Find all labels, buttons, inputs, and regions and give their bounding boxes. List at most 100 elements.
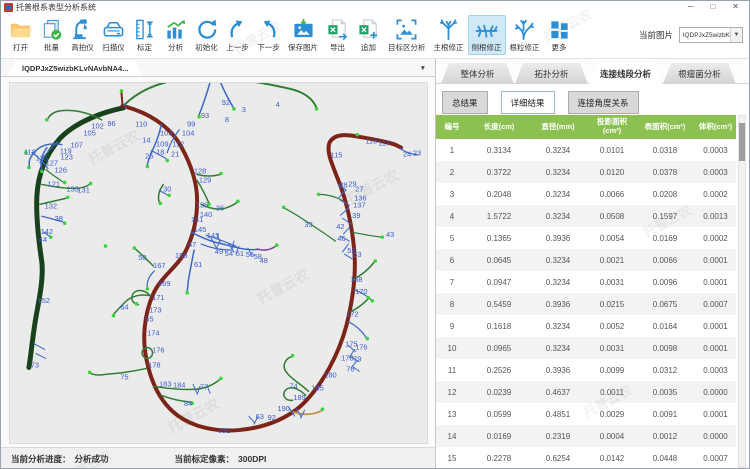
- toolbar-nodule-fix-button[interactable]: 根粒修正: [506, 15, 544, 55]
- doc-camera-icon: [71, 18, 94, 41]
- table-cell: 0.0096: [638, 271, 692, 293]
- table-cell: 9: [436, 315, 468, 337]
- segment-number-label: 75: [120, 372, 128, 381]
- toolbar-append-button[interactable]: 追加: [353, 15, 384, 55]
- toolbar-prev-step-button[interactable]: 上一步: [222, 15, 253, 55]
- table-cell: 0.0054: [586, 227, 638, 249]
- maximize-button[interactable]: □: [710, 3, 715, 11]
- toolbar-analyze-button[interactable]: 分析: [160, 15, 191, 55]
- segment-number-label: 43: [386, 230, 394, 239]
- table-row[interactable]: 120.02390.46370.00110.00350.0000: [436, 381, 736, 403]
- table-row[interactable]: 150.22780.62540.01420.04480.0007: [436, 447, 736, 469]
- table-scrollbar[interactable]: [738, 115, 746, 468]
- segment-number-label: 65: [145, 315, 153, 324]
- toolbar-export-button[interactable]: 导出: [322, 15, 353, 55]
- root-tip-dot: [66, 196, 70, 200]
- calibrate-icon: [133, 18, 156, 41]
- segment-number-label: 73: [31, 360, 39, 369]
- table-row[interactable]: 110.25260.39360.00990.03120.0003: [436, 359, 736, 381]
- toolbar-initialize-button[interactable]: 初始化: [191, 15, 222, 55]
- table-cell: 0.0508: [586, 205, 638, 227]
- table-cell: 0.0029: [586, 403, 638, 425]
- root-tip-dot: [356, 133, 360, 137]
- toolbar-lateral-root-fix-button[interactable]: 侧根修正: [468, 15, 506, 55]
- status-bar: 当前分析进度： 分析成功 当前标定像素： 300DPI: [1, 447, 435, 469]
- tab-segment-analysis[interactable]: 连接线段分析: [589, 63, 662, 84]
- root-tip-dot: [165, 159, 169, 163]
- main-area: lQDPJxZ5wizbKLvNAvbNA4... ▼ 托普云农托普云农托普云农…: [1, 59, 749, 469]
- toolbar-target-area-analysis-button[interactable]: 目标区分析: [384, 15, 430, 55]
- tab-overall-analysis[interactable]: 整体分析: [441, 63, 514, 84]
- table-row[interactable]: 80.54590.39360.02150.06750.0007: [436, 293, 736, 315]
- table-row[interactable]: 30.20480.32340.00660.02080.0002: [436, 183, 736, 205]
- segment-number-label: 74: [289, 381, 297, 390]
- table-cell: 10: [436, 337, 468, 359]
- segment-number-label: 96: [107, 119, 115, 128]
- toolbar-calibrate-button[interactable]: 标定: [129, 15, 160, 55]
- window-title: 托普根系表型分析系统: [16, 2, 96, 13]
- dropdown-caret-icon[interactable]: ▼: [730, 28, 742, 42]
- image-tab[interactable]: lQDPJxZ5wizbKLvNAvbNA4...: [8, 60, 142, 76]
- table-row[interactable]: 10.31340.32340.01010.03180.0003: [436, 139, 736, 161]
- root-tip-dot: [120, 89, 124, 93]
- table-cell: 0.0001: [692, 249, 736, 271]
- total-result-button[interactable]: 总结果: [442, 91, 488, 114]
- table-row[interactable]: 140.01690.23190.00040.00120.0000: [436, 425, 736, 447]
- image-tab-dropdown-icon[interactable]: ▼: [420, 65, 426, 72]
- toolbar-next-step-button[interactable]: 下一步: [253, 15, 284, 55]
- minimize-button[interactable]: ─: [688, 3, 694, 11]
- lateral-root-fix-icon: [475, 18, 498, 41]
- tab-topology-analysis[interactable]: 拓扑分析: [515, 63, 588, 84]
- toolbar-save-image-button[interactable]: 保存图片: [284, 15, 322, 55]
- toolbar-doc-camera-label: 高拍仪: [71, 42, 94, 53]
- table-row[interactable]: 130.05990.48510.00290.00910.0001: [436, 403, 736, 425]
- toolbar-main-root-fix-button[interactable]: 主根修正: [430, 15, 468, 55]
- segment-number-label: 191: [218, 426, 230, 435]
- table-cell: 0.0675: [638, 293, 692, 315]
- table-cell: 0.2526: [468, 359, 530, 381]
- table-cell: 4: [436, 205, 468, 227]
- table-row[interactable]: 50.13650.39360.00540.01690.0002: [436, 227, 736, 249]
- segment-number-label: 115: [330, 151, 342, 160]
- table-row[interactable]: 60.06450.32340.00210.00660.0001: [436, 249, 736, 271]
- root-segment: [352, 232, 381, 237]
- table-cell: 0.0052: [586, 315, 638, 337]
- segment-number-label: 14: [142, 136, 150, 145]
- close-button[interactable]: ✕: [732, 3, 739, 11]
- table-body: 10.31340.32340.01010.03180.000320.37220.…: [436, 139, 736, 469]
- root-tip-dot: [63, 221, 67, 225]
- root-image-area[interactable]: 托普云农托普云农托普云农托普云农192384939610210510711912…: [9, 82, 428, 444]
- root-image-svg[interactable]: 托普云农托普云农托普云农托普云农192384939610210510711912…: [10, 83, 427, 443]
- table-scrollbar-thumb[interactable]: [739, 123, 745, 161]
- table-header-5: 体积(cm³): [692, 115, 736, 139]
- toolbar-more-button[interactable]: 更多: [544, 15, 575, 55]
- root-tip-dot: [219, 377, 223, 381]
- detailed-result-button[interactable]: 详细结果: [501, 91, 555, 114]
- table-row[interactable]: 100.09650.32340.00310.00980.0001: [436, 337, 736, 359]
- toolbar-batch-button[interactable]: 批量: [36, 15, 67, 55]
- table-row[interactable]: 41.57220.32340.05080.15970.0013: [436, 205, 736, 227]
- table-row[interactable]: 20.37220.32340.01200.03780.0003: [436, 161, 736, 183]
- segment-number-label: 24: [403, 150, 411, 159]
- table-cell: 12: [436, 381, 468, 403]
- segment-number-label: 178: [341, 353, 353, 362]
- table-row[interactable]: 70.09470.32340.00310.00960.0001: [436, 271, 736, 293]
- image-panel: lQDPJxZ5wizbKLvNAvbNA4... ▼ 托普云农托普云农托普云农…: [1, 59, 435, 469]
- segment-number-label: 47: [188, 240, 196, 249]
- table-cell: 0.0002: [692, 183, 736, 205]
- toolbar-nodule-fix-label: 根粒修正: [510, 42, 540, 53]
- table-cell: 0.3234: [530, 161, 586, 183]
- connection-angle-button[interactable]: 连接角度关系: [568, 91, 639, 114]
- segment-number-label: 190: [277, 404, 289, 413]
- tab-rhizobium-analysis[interactable]: 根瘤菌分析: [663, 63, 736, 84]
- table-cell: 0.0031: [586, 271, 638, 293]
- segment-number-label: 189: [293, 393, 305, 402]
- toolbar-doc-camera-button[interactable]: 高拍仪: [67, 15, 98, 55]
- toolbar-scanner-button[interactable]: 扫描仪: [98, 15, 129, 55]
- table-row[interactable]: 90.16180.32340.00520.01640.0001: [436, 315, 736, 337]
- toolbar-open-button[interactable]: 打开: [5, 15, 36, 55]
- toolbar-scanner-label: 扫描仪: [102, 42, 125, 53]
- root-tip-dot: [370, 299, 374, 303]
- current-image-dropdown[interactable]: lQDPJxZ5wizbK ▼: [679, 27, 743, 43]
- toolbar-initialize-label: 初始化: [195, 42, 218, 53]
